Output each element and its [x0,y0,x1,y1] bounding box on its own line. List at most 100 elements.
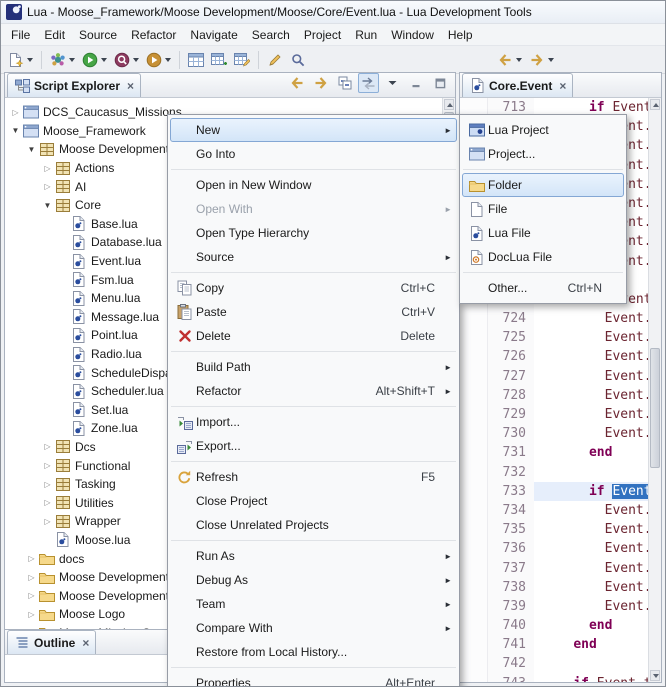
menu-run[interactable]: Run [348,26,384,44]
annotation-ruler[interactable] [460,616,488,635]
annotation-ruler[interactable] [460,443,488,462]
code-text[interactable]: Event.IniDCSGroupName = Event.IniDCSGrou… [534,347,648,366]
forward-nav-button[interactable] [310,73,331,93]
code-text[interactable]: Event.IniUnit = UNIT:FindByName( Event.I… [534,309,648,328]
code-line-731[interactable]: 731 end [460,443,648,462]
menu-file[interactable]: File [4,26,37,44]
expand-arrow-icon[interactable]: ▷ [41,480,54,489]
menu-item-refresh[interactable]: RefreshF5 [170,465,457,489]
code-text[interactable]: Event.IniDCSGroupName = Event.IniDCSUnit… [534,520,648,539]
menu-item-copy[interactable]: CopyCtrl+C [170,276,457,300]
expand-arrow-icon[interactable]: ▷ [41,498,54,507]
link-editor-button[interactable] [358,73,379,93]
code-text[interactable]: if Event.target then [534,674,648,682]
annotation-ruler[interactable] [460,674,488,682]
code-text[interactable]: if Event.IniObjectCategory == Object.Cat… [534,482,648,501]
expand-arrow-icon[interactable]: ▷ [41,164,54,173]
annotation-ruler[interactable] [460,520,488,539]
code-line-741[interactable]: 741 end [460,635,648,654]
menu-item-open-type-hierarchy[interactable]: Open Type Hierarchy [170,221,457,245]
menu-item-new[interactable]: New► [170,118,457,142]
code-line-734[interactable]: 734 Event.IniStatic = STATIC:FindByName(… [460,501,648,520]
menu-item-open-with[interactable]: Open With► [170,197,457,221]
submenu-item-file[interactable]: File [462,197,624,221]
toolbar-table-button[interactable] [185,47,207,73]
close-icon[interactable]: × [127,80,134,92]
tab-core-event[interactable]: Core.Event × [462,73,573,97]
menu-item-close-project[interactable]: Close Project [170,489,457,513]
menu-item-close-unrelated-projects[interactable]: Close Unrelated Projects [170,513,457,537]
code-line-739[interactable]: 739 Event.IniGroupName = Event.IniDCSGro… [460,597,648,616]
submenu-item-lua-project[interactable]: Lua Project [462,118,624,142]
toolbar-new-wizard-button[interactable] [5,47,36,73]
toolbar-run-tool-button[interactable] [143,47,174,73]
close-icon[interactable]: × [559,80,566,92]
menu-edit[interactable]: Edit [37,26,72,44]
minimize-button[interactable] [406,73,427,93]
code-line-735[interactable]: 735 Event.IniDCSGroupName = Event.IniDCS… [460,520,648,539]
annotation-ruler[interactable] [460,654,488,673]
expand-arrow-icon[interactable]: ▷ [25,554,38,563]
code-line-737[interactable]: 737 Event.IniTypeName = Event.IniDCSUnit… [460,559,648,578]
collapse-arrow-icon[interactable]: ▼ [41,201,54,210]
toolbar-back-nav-button[interactable] [494,47,525,73]
code-line-743[interactable]: 743 if Event.target then [460,674,648,682]
code-text[interactable]: Event.IniCoalition = Event.IniDCSUnit:ge… [534,424,648,443]
expand-arrow-icon[interactable]: ▷ [25,573,38,582]
code-text[interactable]: end [534,635,648,654]
collapse-arrow-icon[interactable]: ▼ [9,126,22,135]
dropdown-arrow-icon[interactable] [165,58,171,62]
toolbar-table-insert-button[interactable] [208,47,230,73]
code-line-736[interactable]: 736 Event.IniCategory = Event.IniDCSUnit… [460,539,648,558]
menu-refactor[interactable]: Refactor [124,26,183,44]
code-line-732[interactable]: 732 [460,463,648,482]
annotation-ruler[interactable] [460,328,488,347]
expand-arrow-icon[interactable]: ▷ [41,461,54,470]
menu-item-export[interactable]: Export... [170,434,457,458]
annotation-ruler[interactable] [460,482,488,501]
menu-item-run-as[interactable]: Run As► [170,544,457,568]
code-line-740[interactable]: 740 end [460,616,648,635]
code-line-738[interactable]: 738 Event.IniCoalition = Event.IniDCSUni… [460,578,648,597]
submenu-item-doclua-file[interactable]: DocLua File [462,245,624,269]
code-line-728[interactable]: 728 Event.IniGroup = GROUP:FindByName( E… [460,386,648,405]
back-nav-button[interactable] [286,73,307,93]
submenu-item-folder[interactable]: Folder [462,173,624,197]
menu-search[interactable]: Search [245,26,297,44]
code-line-730[interactable]: 730 Event.IniCoalition = Event.IniDCSUni… [460,424,648,443]
annotation-ruler[interactable] [460,635,488,654]
menu-item-import[interactable]: Import... [170,410,457,434]
annotation-ruler[interactable] [460,347,488,366]
code-text[interactable]: Event.IniCategory = Event.IniDCSUnit:get… [534,539,648,558]
expand-arrow-icon[interactable]: ▷ [25,591,38,600]
submenu-item-other[interactable]: Other...Ctrl+N [462,276,624,300]
code-line-733[interactable]: 733 if Event.IniObjectCategory == Object… [460,482,648,501]
annotation-ruler[interactable] [460,424,488,443]
annotation-ruler[interactable] [460,597,488,616]
code-line-725[interactable]: 725 Event.IniDCSGroup = Event.IniDCSUnit… [460,328,648,347]
code-text[interactable]: end [534,443,648,462]
menu-item-debug-as[interactable]: Debug As► [170,568,457,592]
menu-item-compare-with[interactable]: Compare With► [170,616,457,640]
menu-item-open-in-new-window[interactable]: Open in New Window [170,173,457,197]
code-text[interactable]: Event.IniGroup = GROUP:FindByName( Event… [534,386,648,405]
code-text[interactable]: Event.IniPlayerName = Event.IniDCSUnit:g… [534,405,648,424]
annotation-ruler[interactable] [460,367,488,386]
menu-item-source[interactable]: Source► [170,245,457,269]
annotation-ruler[interactable] [460,578,488,597]
menu-item-delete[interactable]: DeleteDelete [170,324,457,348]
expand-arrow-icon[interactable]: ▷ [41,442,54,451]
code-line-726[interactable]: 726 Event.IniDCSGroupName = Event.IniDCS… [460,347,648,366]
code-line-724[interactable]: 724 Event.IniUnit = UNIT:FindByName( Eve… [460,309,648,328]
menu-item-paste[interactable]: PasteCtrl+V [170,300,457,324]
code-line-727[interactable]: 727 Event.IniGroupName = Event.IniDCSGro… [460,367,648,386]
annotation-ruler[interactable] [460,559,488,578]
view-menu-button[interactable] [382,73,403,93]
collapse-arrow-icon[interactable]: ▼ [25,145,38,154]
menu-item-go-into[interactable]: Go Into [170,142,457,166]
editor-scrollbar[interactable] [648,98,661,682]
menu-window[interactable]: Window [384,26,441,44]
submenu-item-project[interactable]: Project... [462,142,624,166]
submenu-item-lua-file[interactable]: Lua File [462,221,624,245]
menu-project[interactable]: Project [297,26,348,44]
